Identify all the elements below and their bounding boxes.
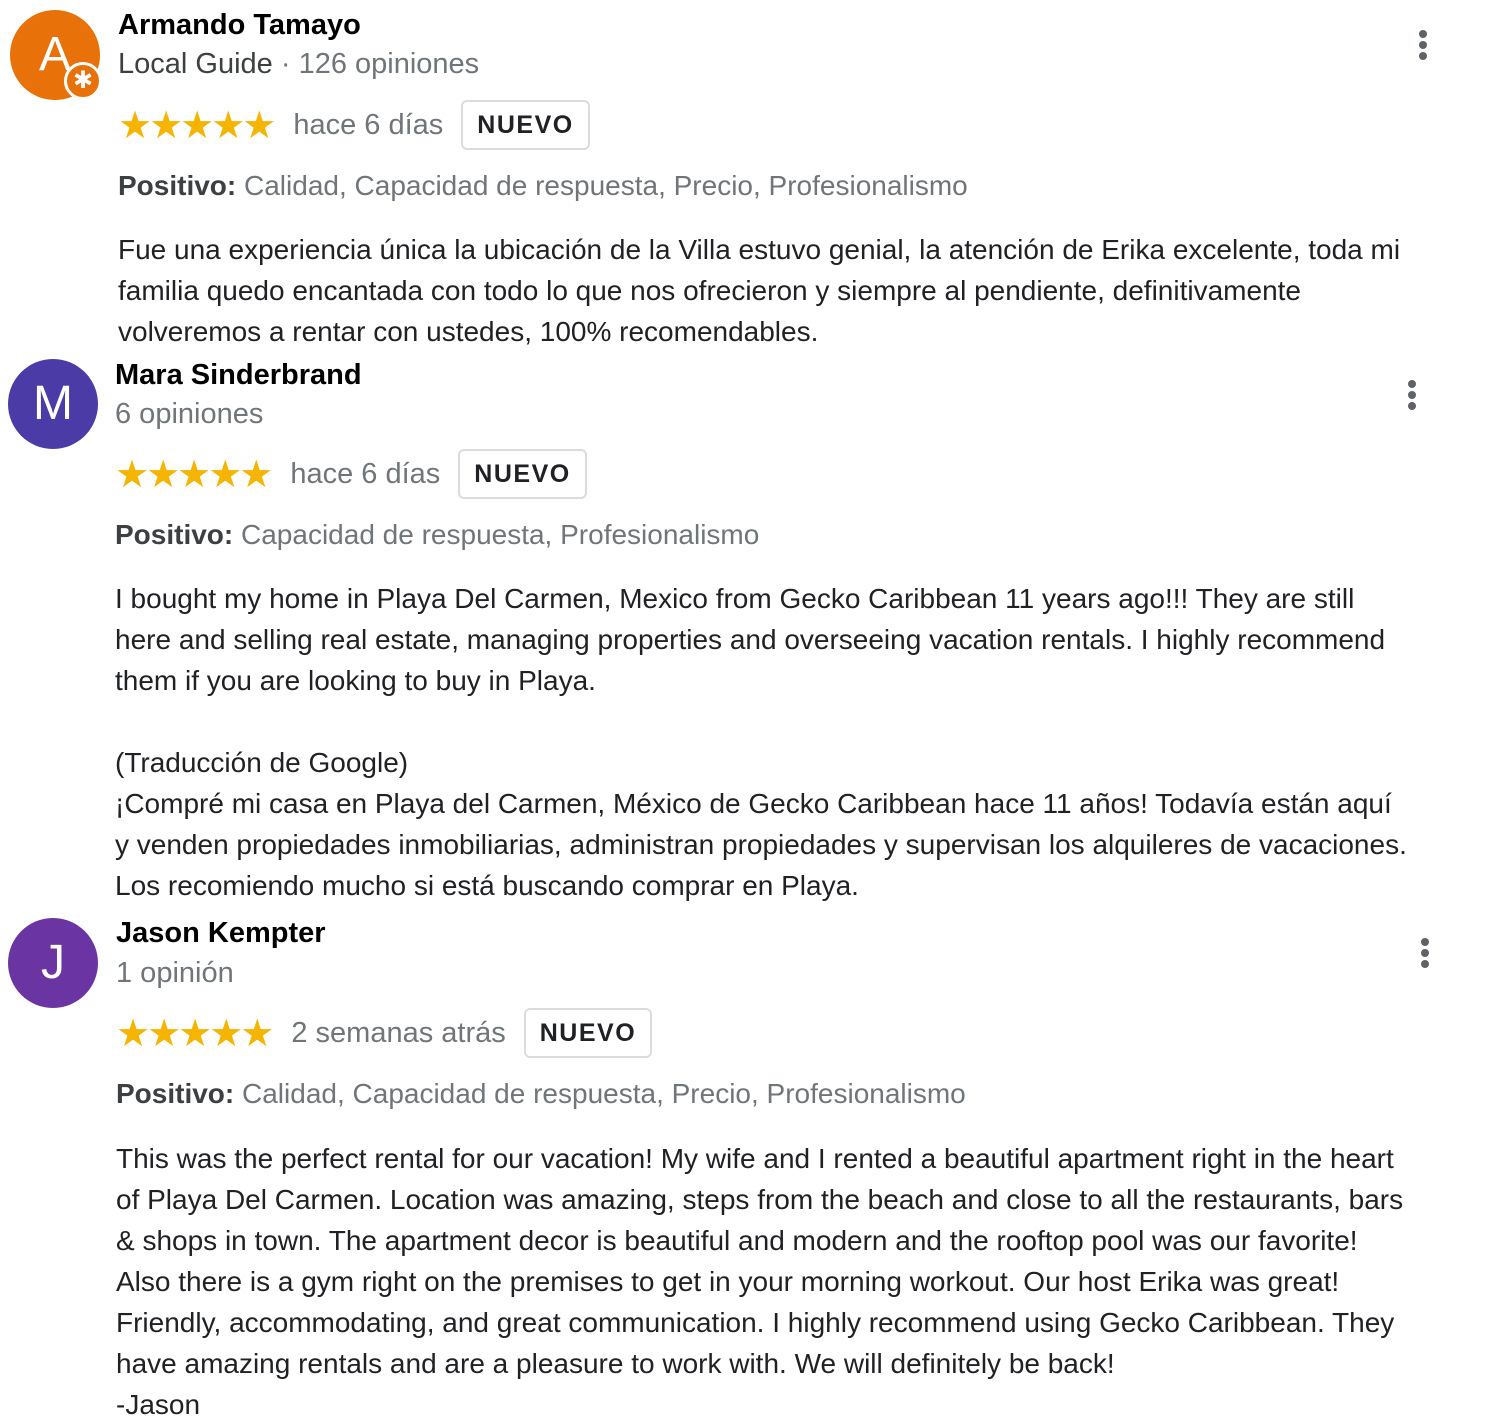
more-options-icon[interactable]	[1400, 377, 1424, 417]
positive-label: Positivo:	[118, 170, 237, 201]
positive-attributes: Positivo: Calidad, Capacidad de respuest…	[116, 1077, 966, 1111]
review-text-line: ¡Compré mi casa en Playa del Carmen, Méx…	[115, 788, 1392, 819]
review-count: 1 opinión	[116, 957, 234, 989]
review-count: 126 opiniones	[298, 48, 480, 80]
review-text-line: Los recomiendo mucho si está buscando co…	[115, 870, 859, 901]
review-text-line: Friendly, accommodating, and great commu…	[116, 1307, 1395, 1338]
more-options-icon[interactable]	[1413, 935, 1437, 975]
review-text: This was the perfect rental for our vaca…	[116, 1138, 1403, 1425]
avatar[interactable]: A ✱	[10, 10, 102, 100]
positive-label: Positivo:	[116, 1078, 235, 1109]
review-text-line: here and selling real estate, managing p…	[115, 624, 1386, 655]
meta-separator: ·	[272, 48, 299, 80]
positive-items: Capacidad de respuesta, Profesionalismo	[241, 519, 760, 550]
avatar-letter: M	[33, 377, 73, 430]
avatar-letter: J	[41, 936, 65, 989]
local-guide-label: Local Guide	[118, 48, 273, 80]
rating-row: ★★★★★ 2 semanas atrás NUEVO	[116, 1008, 653, 1058]
review-text-line: Also there is a gym right on the premise…	[116, 1266, 1340, 1297]
positive-items: Calidad, Capacidad de respuesta, Precio,…	[244, 170, 968, 201]
review-text-line: them if you are looking to buy in Playa.	[115, 665, 596, 696]
google-translation-label: (Traducción de Google)	[115, 747, 409, 778]
review-date: hace 6 días	[293, 109, 444, 141]
star-rating: ★★★★★	[115, 452, 273, 496]
review-text-line	[115, 701, 1407, 742]
positive-items: Calidad, Capacidad de respuesta, Precio,…	[242, 1078, 966, 1109]
rating-row: ★★★★★ hace 6 días NUEVO	[118, 100, 590, 150]
positive-label: Positivo:	[115, 519, 234, 550]
review-text: I bought my home in Playa Del Carmen, Me…	[115, 578, 1407, 906]
new-badge: NUEVO	[523, 1008, 653, 1058]
review-text-line: & shops in town. The apartment decor is …	[116, 1225, 1358, 1256]
review-count: 6 opiniones	[115, 398, 264, 430]
star-rating: ★★★★★	[116, 1011, 274, 1055]
review-text-line: have amazing rentals and are a pleasure …	[116, 1348, 1115, 1379]
rating-row: ★★★★★ hace 6 días NUEVO	[115, 449, 587, 499]
new-badge: NUEVO	[461, 100, 590, 150]
review-date: 2 semanas atrás	[291, 1017, 506, 1049]
more-options-icon[interactable]	[1411, 27, 1435, 67]
reviewer-name[interactable]: Mara Sinderbrand	[115, 358, 362, 392]
local-guide-star-icon: ✱	[64, 62, 102, 100]
review-date: hace 6 días	[290, 458, 441, 490]
positive-attributes: Positivo: Calidad, Capacidad de respuest…	[118, 169, 968, 203]
star-rating: ★★★★★	[118, 103, 276, 147]
review-text-line: This was the perfect rental for our vaca…	[116, 1143, 1394, 1174]
reviewer-name[interactable]: Armando Tamayo	[118, 8, 361, 42]
review-text-line: familia quedo encantada con todo lo que …	[118, 275, 1301, 306]
review-text-line: volveremos a rentar con ustedes, 100% re…	[118, 316, 819, 347]
review-text: Fue una experiencia única la ubicación d…	[118, 229, 1400, 352]
review-signature: -Jason	[116, 1389, 201, 1420]
new-badge: NUEVO	[458, 449, 587, 499]
positive-attributes: Positivo: Capacidad de respuesta, Profes…	[115, 518, 759, 552]
reviewer-meta: Local Guide · 126 opiniones	[118, 47, 479, 81]
review-text-line: Fue una experiencia única la ubicación d…	[118, 234, 1401, 265]
review-text-line: y venden propiedades inmobiliarias, admi…	[115, 829, 1407, 860]
review-text-line: I bought my home in Playa Del Carmen, Me…	[115, 583, 1355, 614]
avatar[interactable]: J	[8, 918, 98, 1008]
avatar[interactable]: M	[8, 359, 98, 449]
reviewer-meta: 1 opinión	[116, 956, 234, 990]
reviewer-meta: 6 opiniones	[115, 397, 263, 431]
review-text-line: of Playa Del Carmen. Location was amazin…	[116, 1184, 1404, 1215]
reviewer-name[interactable]: Jason Kempter	[116, 916, 326, 950]
